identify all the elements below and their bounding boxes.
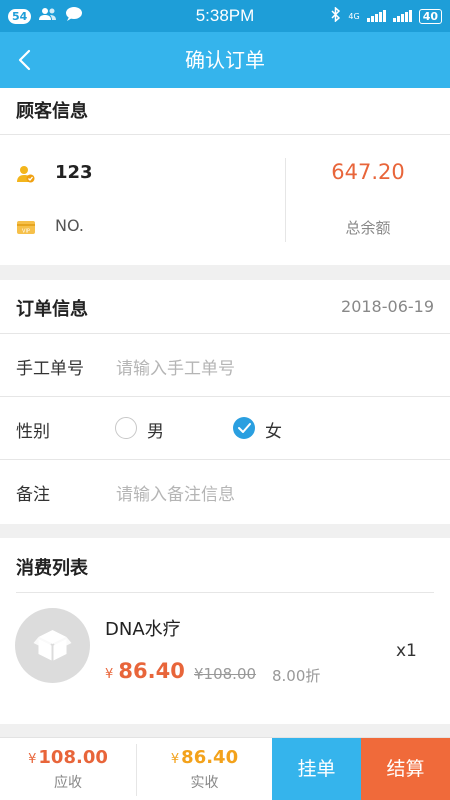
divider xyxy=(0,396,450,397)
contacts-icon xyxy=(39,7,57,25)
bluetooth-icon xyxy=(331,6,341,25)
customer-name: 123 xyxy=(55,162,93,183)
balance-label: 总余额 xyxy=(345,219,391,237)
manual-no-label: 手工单号 xyxy=(16,359,84,379)
received-summary: ¥86.40 实收 xyxy=(137,738,272,800)
status-right: 4G 40 xyxy=(292,6,442,25)
receivable-label: 应收 xyxy=(54,775,82,791)
card-number: NO. xyxy=(55,216,84,235)
member-icon xyxy=(17,165,35,187)
price-currency: ¥ xyxy=(105,667,114,682)
remark-label: 备注 xyxy=(16,485,50,505)
received-currency: ¥ xyxy=(170,752,180,767)
checkout-button[interactable]: 结算 xyxy=(361,738,450,800)
received-label: 实收 xyxy=(190,775,219,791)
network-type: 4G xyxy=(348,11,360,21)
receivable-value: 108.00 xyxy=(38,747,108,768)
signal-icon xyxy=(366,10,386,22)
status-bar: 54 5:38PM 4G 40 xyxy=(0,0,450,32)
battery-icon: 40 xyxy=(418,8,442,24)
bottom-bar: ¥108.00 应收 ¥86.40 实收 挂单 结算 xyxy=(0,737,450,800)
customer-info-section: 顾客信息 123 VIP NO. 647.20 总余额 xyxy=(0,88,450,265)
manual-no-input[interactable]: 请输入手工单号 xyxy=(116,354,416,379)
product-name: DNA水疗 xyxy=(105,619,181,640)
consumption-section-title: 消费列表 xyxy=(16,558,88,579)
divider xyxy=(0,134,450,135)
gender-female-label[interactable]: 女 xyxy=(265,417,282,442)
page-title: 确认订单 xyxy=(185,48,265,72)
chat-icon xyxy=(65,6,83,26)
order-section-title: 订单信息 xyxy=(16,299,88,320)
order-info-section: 订单信息 2018-06-19 手工单号 请输入手工单号 性别 男 女 备注 请… xyxy=(0,280,450,524)
received-value: 86.40 xyxy=(181,747,239,768)
status-left: 54 xyxy=(8,6,158,26)
vip-card-icon: VIP xyxy=(17,219,35,238)
gender-male-label[interactable]: 男 xyxy=(147,417,164,442)
price-value: 86.40 xyxy=(118,659,185,683)
nav-bar: 确认订单 xyxy=(0,32,450,88)
divider xyxy=(0,333,450,334)
original-price: ¥108.00 xyxy=(194,665,257,683)
discount: 8.00折 xyxy=(272,667,321,685)
box-icon xyxy=(33,630,72,661)
receivable-summary: ¥108.00 应收 xyxy=(0,738,136,800)
product-thumbnail xyxy=(15,608,90,683)
customer-section-title: 顾客信息 xyxy=(16,101,88,122)
receivable-amount: ¥108.00 xyxy=(0,747,136,768)
gender-label: 性别 xyxy=(16,422,50,442)
gender-female-radio[interactable] xyxy=(233,417,255,439)
received-amount: ¥86.40 xyxy=(137,747,272,768)
product-quantity: x1 xyxy=(396,641,417,661)
gender-male-radio[interactable] xyxy=(115,417,137,439)
svg-text:VIP: VIP xyxy=(22,229,30,235)
remark-input[interactable]: 请输入备注信息 xyxy=(116,480,416,505)
product-price: ¥ 86.40 xyxy=(105,659,185,683)
balance-amount: 647.20 xyxy=(331,160,405,184)
clock: 5:38PM xyxy=(195,6,255,25)
check-icon xyxy=(238,423,251,433)
hold-order-button[interactable]: 挂单 xyxy=(272,738,361,800)
order-date: 2018-06-19 xyxy=(341,297,434,316)
receivable-currency: ¥ xyxy=(28,752,37,767)
divider xyxy=(0,459,450,460)
notification-badge: 54 xyxy=(8,8,32,24)
signal-2-icon xyxy=(392,10,412,22)
divider xyxy=(16,592,434,593)
